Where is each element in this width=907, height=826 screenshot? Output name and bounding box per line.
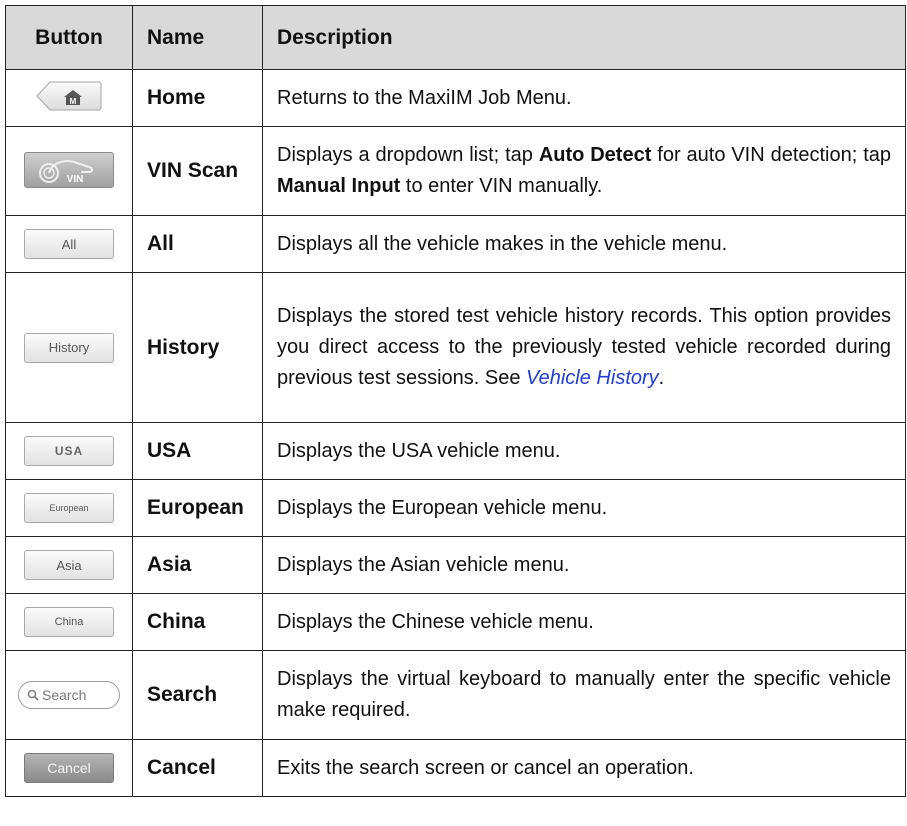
vehicle-history-link[interactable]: Vehicle History — [526, 367, 659, 389]
row-description: Displays the stored test vehicle history… — [262, 272, 906, 423]
svg-text:M: M — [70, 97, 77, 106]
row-description: Returns to the MaxiIM Job Menu. — [262, 69, 906, 127]
button-cell: Asia — [5, 536, 133, 594]
row-description: Displays the virtual keyboard to manuall… — [262, 650, 906, 740]
row-name: History — [132, 272, 263, 423]
row-name: Search — [132, 650, 263, 740]
table-row: Cancel Cancel Exits the search screen or… — [5, 739, 906, 797]
table-row: USA USA Displays the USA vehicle menu. — [5, 422, 906, 480]
svg-text:VIN: VIN — [67, 174, 84, 185]
cancel-button-icon: Cancel — [24, 753, 114, 783]
button-reference-table: Button Name Description M Home Returns t… — [5, 5, 906, 797]
usa-button-icon: USA — [24, 436, 114, 466]
button-cell: VIN — [5, 126, 133, 216]
row-description: Displays the Chinese vehicle menu. — [262, 593, 906, 651]
history-button-icon: History — [24, 332, 114, 363]
button-cell: All — [5, 215, 133, 273]
table-row: China China Displays the Chinese vehicle… — [5, 593, 906, 651]
row-description: Displays a dropdown list; tap Auto Detec… — [262, 126, 906, 216]
all-button-icon: All — [24, 229, 114, 259]
table-row: Asia Asia Displays the Asian vehicle men… — [5, 536, 906, 594]
button-cell: History — [5, 272, 133, 423]
row-name: Home — [132, 69, 263, 127]
button-cell: Search — [5, 650, 133, 740]
row-description: Displays the USA vehicle menu. — [262, 422, 906, 480]
vin-scan-icon: VIN — [24, 152, 114, 188]
header-description: Description — [262, 5, 906, 70]
row-description: Displays all the vehicle makes in the ve… — [262, 215, 906, 273]
button-cell: China — [5, 593, 133, 651]
table-row: M Home Returns to the MaxiIM Job Menu. — [5, 69, 906, 127]
search-label: Search — [42, 687, 87, 703]
button-cell: USA — [5, 422, 133, 480]
row-name: USA — [132, 422, 263, 480]
row-name: China — [132, 593, 263, 651]
row-description: Exits the search screen or cancel an ope… — [262, 739, 906, 797]
search-button-icon: Search — [18, 681, 120, 709]
table-row: VIN VIN Scan Displays a dropdown list; t… — [5, 126, 906, 216]
button-cell: M — [5, 69, 133, 127]
table-row: European European Displays the European … — [5, 479, 906, 537]
row-name: Cancel — [132, 739, 263, 797]
auto-detect-term: Auto Detect — [538, 144, 652, 166]
header-button: Button — [5, 5, 133, 70]
row-description: Displays the Asian vehicle menu. — [262, 536, 906, 594]
table-row: Search Search Displays the virtual keybo… — [5, 650, 906, 740]
button-cell: Cancel — [5, 739, 133, 797]
table-row: History History Displays the stored test… — [5, 272, 906, 423]
table-header-row: Button Name Description — [5, 5, 906, 70]
china-button-icon: China — [24, 607, 114, 637]
header-name: Name — [132, 5, 263, 70]
asia-button-icon: Asia — [24, 550, 114, 580]
manual-input-term: Manual Input — [277, 175, 401, 197]
row-description: Displays the European vehicle menu. — [262, 479, 906, 537]
table-row: All All Displays all the vehicle makes i… — [5, 215, 906, 273]
row-name: VIN Scan — [132, 126, 263, 216]
home-icon: M — [36, 81, 102, 116]
row-name: All — [132, 215, 263, 273]
button-cell: European — [5, 479, 133, 537]
european-button-icon: European — [24, 493, 114, 523]
row-name: European — [132, 479, 263, 537]
magnifier-icon — [27, 689, 39, 701]
row-name: Asia — [132, 536, 263, 594]
